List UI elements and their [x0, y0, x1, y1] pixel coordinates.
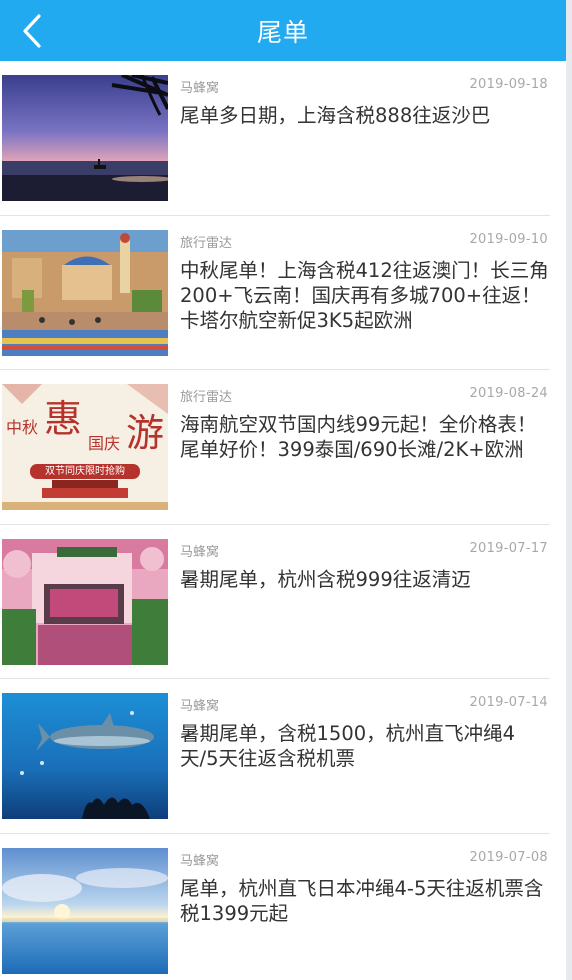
date-label: 2019-07-14	[469, 695, 548, 710]
source-label: 旅行雷达	[180, 390, 233, 405]
date-label: 2019-07-08	[469, 849, 548, 865]
thumbnail-festival-banner: 中秋 惠 国庆 游 双节同庆限时抢购	[2, 384, 168, 510]
page-title: 尾单	[256, 17, 309, 47]
date-label: 2019-09-18	[469, 77, 548, 92]
list-item[interactable]: 马蜂窝 2019-07-14 暑期尾单，含税1500，杭州直飞冲绳4天/5天往返…	[0, 679, 566, 834]
source-label: 旅行雷达	[180, 235, 233, 251]
source-label: 马蜂窝	[180, 544, 220, 560]
headline[interactable]: 暑期尾单，含税1500，杭州直飞冲绳4天/5天往返含税机票	[180, 721, 550, 771]
thumbnail-beach-sunset	[2, 75, 168, 201]
banner-big-char-2: 游	[126, 411, 165, 455]
thumbnail-aquarium-shark	[2, 693, 168, 819]
headline[interactable]: 中秋尾单！上海含税412往返澳门！长三角200+飞云南！国庆再有多城700+往返…	[180, 258, 550, 333]
date-label: 2019-08-24	[469, 386, 548, 401]
headline[interactable]: 尾单，杭州直飞日本冲绳4-5天往返机票含税1399元起	[180, 876, 550, 926]
scrollbar[interactable]	[566, 0, 572, 980]
headline[interactable]: 尾单多日期，上海含税888往返沙巴	[180, 103, 550, 128]
thumbnail-ocean-sky	[2, 847, 168, 974]
list-item[interactable]: 马蜂窝 2019-09-18 尾单多日期，上海含税888往返沙巴	[0, 61, 566, 216]
source-label: 马蜂窝	[180, 81, 220, 96]
date-label: 2019-09-10	[469, 231, 548, 247]
app-screen: 尾单 马蜂窝 2019-09-18 尾单多日期，上海含税888往返沙巴 旅行雷达…	[0, 0, 572, 980]
thumbnail-park-guell	[2, 229, 168, 356]
source-label: 马蜂窝	[180, 853, 220, 869]
banner-big-char-1: 惠	[44, 397, 83, 441]
list-item[interactable]: 马蜂窝 2019-07-08 尾单，杭州直飞日本冲绳4-5天往返机票含税1399…	[0, 834, 566, 980]
deal-list: 马蜂窝 2019-09-18 尾单多日期，上海含税888往返沙巴 旅行雷达 20…	[0, 61, 566, 980]
source-label: 马蜂窝	[180, 699, 220, 714]
headline[interactable]: 暑期尾单，杭州含税999往返清迈	[180, 567, 550, 592]
back-button[interactable]	[14, 12, 50, 50]
list-item[interactable]: 旅行雷达 2019-09-10 中秋尾单！上海含税412往返澳门！长三角200+…	[0, 216, 566, 370]
list-item[interactable]: 中秋 惠 国庆 游 双节同庆限时抢购 旅行雷达 2019-08-24 海南航空双…	[0, 370, 566, 525]
header-bar: 尾单	[0, 0, 566, 61]
list-item[interactable]: 马蜂窝 2019-07-17 暑期尾单，杭州含税999往返清迈	[0, 525, 566, 679]
headline[interactable]: 海南航空双节国内线99元起！全价格表！尾单好价！399泰国/690长滩/2K+欧…	[180, 412, 550, 462]
chevron-left-icon	[23, 14, 41, 48]
banner-tag: 双节同庆限时抢购	[45, 466, 125, 477]
banner-left-text: 中秋	[6, 418, 39, 437]
date-label: 2019-07-17	[469, 540, 548, 556]
banner-right-text: 国庆	[88, 434, 121, 453]
thumbnail-pink-cafe	[2, 538, 168, 665]
